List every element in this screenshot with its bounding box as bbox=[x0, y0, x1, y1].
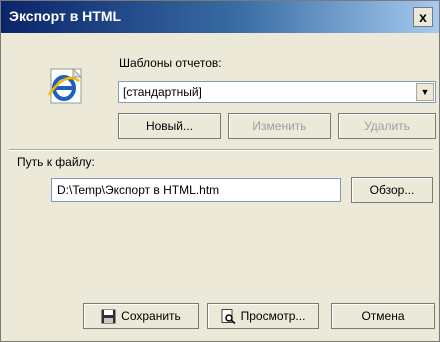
floppy-disk-icon bbox=[101, 309, 116, 323]
print-preview-icon bbox=[221, 308, 236, 324]
template-select[interactable]: [стандартный] ▼ bbox=[118, 81, 436, 103]
delete-template-button[interactable]: Удалить bbox=[338, 113, 436, 139]
preview-button-label: Просмотр... bbox=[240, 309, 306, 323]
title-bar[interactable]: Экспорт в HTML x bbox=[1, 1, 439, 33]
templates-label: Шаблоны отчетов: bbox=[119, 56, 222, 70]
cancel-button[interactable]: Отмена bbox=[331, 303, 435, 329]
ie-icon bbox=[47, 67, 83, 104]
close-button[interactable]: x bbox=[413, 7, 433, 27]
export-html-dialog: Экспорт в HTML x Шаблоны отчетов: [станд… bbox=[0, 0, 440, 342]
file-path-label: Путь к файлу: bbox=[17, 155, 95, 169]
template-select-value: [стандартный] bbox=[123, 85, 202, 99]
new-template-button[interactable]: Новый... bbox=[118, 113, 221, 139]
browse-button[interactable]: Обзор... bbox=[351, 177, 433, 203]
file-path-value: D:\Temp\Экспорт в HTML.htm bbox=[57, 183, 220, 197]
divider-highlight bbox=[9, 150, 433, 151]
save-button[interactable]: Сохранить bbox=[83, 303, 199, 329]
window-title: Экспорт в HTML bbox=[9, 8, 122, 24]
save-button-label: Сохранить bbox=[121, 309, 181, 323]
preview-button[interactable]: Просмотр... bbox=[207, 303, 319, 329]
file-path-input[interactable]: D:\Temp\Экспорт в HTML.htm bbox=[51, 178, 341, 202]
dropdown-arrow-icon[interactable]: ▼ bbox=[416, 83, 434, 101]
edit-template-button[interactable]: Изменить bbox=[228, 113, 331, 139]
